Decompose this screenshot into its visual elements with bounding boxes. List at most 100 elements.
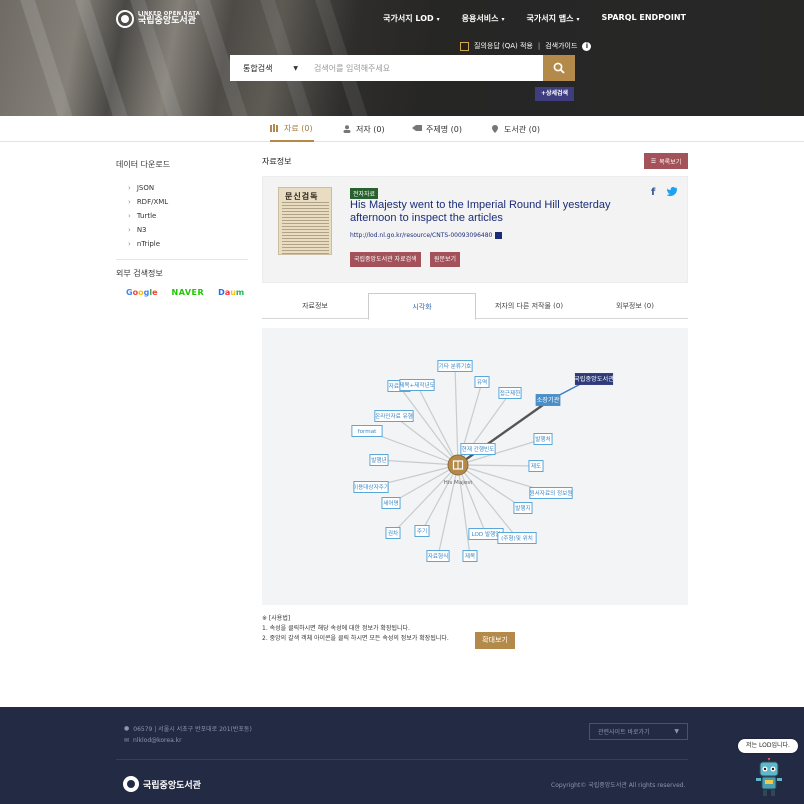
graph-node-label: (주형)및 위치	[501, 534, 533, 542]
nav-item-maps[interactable]: 국가서지 맵스 ▾	[527, 13, 580, 24]
chevron-right-icon: ›	[128, 226, 131, 234]
graph-edge	[454, 365, 459, 466]
graph-node[interactable]: 접근제한	[498, 387, 522, 399]
download-n3-link[interactable]: › N3	[128, 223, 168, 237]
graph-node[interactable]: format	[351, 425, 383, 437]
graph-node[interactable]: 제도	[528, 460, 544, 472]
graph-node-label: LOD 발행일	[472, 530, 501, 538]
nav-item-sparql[interactable]: SPARQL ENDPOINT	[601, 13, 686, 24]
record-uri[interactable]: http://lod.nl.go.kr/resource/CNTS-000930…	[350, 232, 503, 239]
graph-node-label: 발행년	[371, 456, 386, 464]
graph-edge-selected	[457, 399, 551, 466]
portal-links: Google NAVER Daum	[126, 288, 244, 297]
graph-visualization[interactable]: 기타 분류기호 자료유형 제목+제작년도 유역 접근제한 온라인자료 유형 format 발행…	[262, 328, 688, 605]
footer-email[interactable]: nlklod@korea.kr	[133, 737, 182, 744]
daum-link[interactable]: Daum	[218, 288, 244, 297]
info-icon[interactable]: i	[582, 41, 592, 51]
graph-node-label: 제도	[531, 462, 541, 470]
qa-label: 질의응답 (QA) 적용	[474, 42, 533, 50]
graph-node-target[interactable]: 국립중앙도서관	[574, 373, 614, 385]
download-json-link[interactable]: › JSON	[128, 181, 168, 195]
fulltext-button[interactable]: 원문보기	[430, 252, 461, 267]
nav-item-apps[interactable]: 응용서비스 ▾	[462, 13, 505, 24]
graph-node-label: 국립중앙도서관	[574, 375, 614, 383]
chevron-right-icon: ›	[128, 212, 131, 220]
search-input[interactable]	[308, 55, 543, 81]
download-ntriple-link[interactable]: › nTriple	[128, 237, 168, 251]
search-guide-link[interactable]: 검색가이드	[545, 41, 577, 51]
graph-edge	[398, 385, 459, 466]
graph-node-label: 접근제한	[500, 389, 521, 397]
caret-down-icon: ▼	[674, 728, 679, 735]
graph-node[interactable]: 제목	[462, 550, 478, 562]
zoom-button[interactable]: 확대보기	[475, 632, 515, 649]
result-tabs: 자료 (0) 저자 (0) 주제명 (0) 도서관 (0)	[0, 116, 804, 142]
graph-node[interactable]: 발행년	[369, 454, 389, 466]
search-bar: 통합검색 ▼	[230, 55, 575, 81]
search-icon	[553, 62, 565, 74]
google-link[interactable]: Google	[126, 288, 158, 297]
list-view-button[interactable]: ☰ 목록보기	[644, 153, 688, 169]
download-title: 데이터 다운로드	[116, 160, 171, 169]
library-search-button[interactable]: 국립중앙도서관 자료검색	[350, 252, 421, 267]
advanced-search-button[interactable]: +상세검색	[535, 87, 574, 101]
tab-authors[interactable]: 저자 (0)	[342, 116, 385, 142]
graph-node-selected[interactable]: 소장기관	[535, 394, 561, 406]
graph-node[interactable]: 발행처	[533, 433, 553, 445]
graph-node[interactable]: 온라인자료 유형	[374, 410, 414, 422]
footer-logo[interactable]: 국립중앙도서관	[123, 776, 201, 792]
chevron-down-icon: ▾	[501, 16, 505, 23]
facebook-icon[interactable]: f	[651, 187, 655, 198]
graph-node[interactable]: 발행지	[513, 502, 533, 514]
graph-node[interactable]: 유역	[474, 376, 490, 388]
graph-node[interactable]: (주형)및 위치	[497, 532, 537, 544]
graph-node[interactable]: 주기	[414, 525, 430, 537]
graph-node[interactable]: 기타 분류기호	[437, 360, 473, 372]
tab-subjects[interactable]: 주제명 (0)	[412, 116, 462, 142]
record-thumbnail[interactable]: 문신검독	[278, 187, 332, 255]
graph-node-label: 원서자료의 정보원	[530, 489, 573, 497]
copyright: Copyright© 국립중앙도서관 All rights reserved.	[551, 782, 686, 789]
graph-node[interactable]: 이용대상자주기	[353, 481, 389, 493]
twitter-icon[interactable]	[666, 187, 678, 199]
site-logo[interactable]: LINKED OPEN DATA 국립중앙도서관	[116, 10, 200, 28]
graph-node[interactable]: 자료형식	[426, 550, 450, 562]
tab-other-works[interactable]: 저자의 다른 저작물 (0)	[476, 293, 582, 318]
search-category-select[interactable]: 통합검색 ▼	[230, 55, 308, 81]
graph-edge	[457, 464, 524, 509]
graph-node-label: 권차	[388, 529, 398, 537]
chatbot-robot-icon[interactable]	[752, 758, 786, 798]
graph-node[interactable]: 제목+제작년도	[399, 379, 435, 391]
graph-node-label: format	[358, 429, 377, 435]
graph-node-label: 유역	[477, 378, 487, 386]
download-rdfxml-link[interactable]: › RDF/XML	[128, 195, 168, 209]
nav-item-bib-lod[interactable]: 국가서지 LOD ▾	[383, 13, 440, 24]
graph-center-node[interactable]	[447, 454, 469, 476]
graph-node-label: 발행지	[515, 504, 530, 512]
chevron-right-icon: ›	[128, 198, 131, 206]
tab-record-info[interactable]: 자료정보	[262, 293, 368, 318]
chatbot-bubble[interactable]: 저는 LOD입니다.	[738, 739, 798, 753]
main-nav: 국가서지 LOD ▾ 응용서비스 ▾ 국가서지 맵스 ▾ SPARQL ENDPOIN…	[383, 13, 686, 24]
graph-node-center-tag[interactable]: 현재 간행빈도	[460, 443, 496, 455]
search-button[interactable]	[543, 55, 575, 81]
graph-node[interactable]: 권차	[385, 527, 401, 539]
graph-node[interactable]: 세어명	[381, 497, 401, 509]
record-type-badge: 전자자료	[350, 188, 379, 199]
tab-resources[interactable]: 자료 (0)	[270, 116, 314, 142]
graph-node[interactable]: 원서자료의 정보원	[529, 487, 573, 499]
mail-icon: ✉	[124, 737, 130, 744]
graph-canvas[interactable]: 기타 분류기호자료유형제목+제작년도 유역접근제한온라인자료 유형format발행…	[262, 328, 688, 605]
detail-tabs: 자료정보 시각화 저자의 다른 저작물 (0) 외부정보 (0)	[262, 293, 688, 320]
tab-external-info[interactable]: 외부정보 (0)	[582, 293, 688, 318]
tab-visualization[interactable]: 시각화	[368, 293, 476, 320]
download-turtle-link[interactable]: › Turtle	[128, 209, 168, 223]
graph-node-label: 소장기관	[537, 396, 560, 404]
tab-libraries[interactable]: 도서관 (0)	[490, 116, 540, 142]
chevron-down-icon: ▾	[436, 16, 440, 23]
naver-link[interactable]: NAVER	[172, 288, 205, 297]
chevron-right-icon: ›	[128, 184, 131, 192]
usage-notes: ※ [사용법] 1. 속성을 클릭하시면 해당 속성에 대한 정보가 확장됩니다…	[262, 615, 449, 642]
qa-checkbox[interactable]	[460, 41, 469, 51]
related-sites-select[interactable]: 관련사이트 바로가기 ▼	[589, 723, 688, 740]
